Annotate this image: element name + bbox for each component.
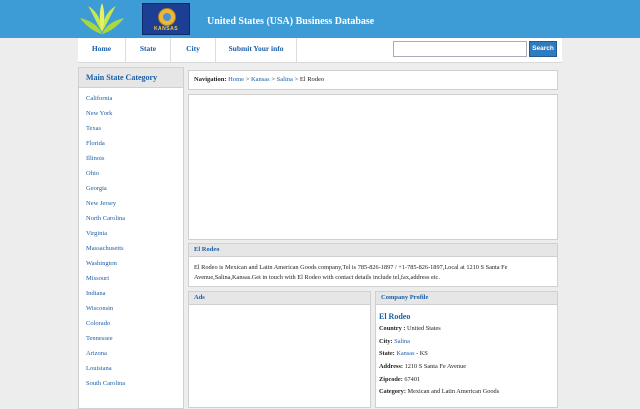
country-value: United States: [407, 325, 441, 332]
profile-state: State: Kansas - KS: [379, 350, 428, 357]
flag-label: KANSAS: [153, 26, 179, 32]
advertisement-area: [188, 94, 558, 240]
profile-country: Country : United States: [379, 325, 441, 332]
breadcrumb-separator: >: [294, 76, 299, 83]
profile-city: City: Salina: [379, 338, 410, 345]
category-label: Category:: [379, 388, 406, 395]
sidebar-item-missouri[interactable]: Missouri: [86, 274, 125, 289]
breadcrumb-separator: >: [271, 76, 276, 83]
breadcrumb-state[interactable]: Kansas: [251, 76, 270, 83]
nav-city[interactable]: City: [171, 38, 216, 62]
site-header: KANSAS United States (USA) Business Data…: [0, 0, 640, 38]
state-seal-icon: [158, 8, 176, 26]
search-input[interactable]: [393, 41, 527, 57]
company-profile: Company Profile El Rodeo Country : Unite…: [375, 291, 558, 408]
state-abbrev: - KS: [416, 350, 428, 357]
nav-home[interactable]: Home: [78, 38, 126, 62]
breadcrumb-line: Navigation: Home > Kansas > Salina > El …: [194, 76, 324, 83]
zipcode-label: Zipcode:: [379, 376, 403, 383]
sidebar-item-north-carolina[interactable]: North Carolina: [86, 214, 125, 229]
breadcrumb-city[interactable]: Salina: [277, 76, 293, 83]
sidebar-item-massachusetts[interactable]: Massachusetts: [86, 244, 125, 259]
nav-state[interactable]: State: [126, 38, 171, 62]
kansas-flag: KANSAS: [142, 3, 190, 35]
sidebar-item-georgia[interactable]: Georgia: [86, 184, 125, 199]
breadcrumb: Navigation: Home > Kansas > Salina > El …: [188, 70, 558, 90]
breadcrumb-label: Navigation:: [194, 76, 227, 83]
sidebar-item-new-york[interactable]: New York: [86, 109, 125, 124]
profile-address: Address: 1210 S Santa Fe Avenue: [379, 363, 466, 370]
sidebar-item-wisconsin[interactable]: Wisconsin: [86, 304, 125, 319]
sidebar-item-texas[interactable]: Texas: [86, 124, 125, 139]
category-value: Mexican and Latin American Goods: [407, 388, 500, 395]
breadcrumb-home[interactable]: Home: [228, 76, 244, 83]
nav-submit-info[interactable]: Submit Your info: [216, 38, 297, 62]
site-title[interactable]: United States (USA) Business Database: [207, 16, 374, 27]
sidebar-item-florida[interactable]: Florida: [86, 139, 125, 154]
ads-title: Ads: [189, 292, 370, 305]
sidebar-title: Main State Category: [79, 68, 183, 88]
description-text: El Rodeo is Mexican and Latin American G…: [194, 264, 508, 281]
profile-category: Category: Mexican and Latin American Goo…: [379, 388, 499, 395]
city-link[interactable]: Salina: [394, 338, 410, 345]
sidebar-item-arizona[interactable]: Arizona: [86, 349, 125, 364]
city-label: City:: [379, 338, 393, 345]
sidebar-item-indiana[interactable]: Indiana: [86, 289, 125, 304]
sidebar-item-colorado[interactable]: Colorado: [86, 319, 125, 334]
country-label: Country :: [379, 325, 406, 332]
address-value: 1210 S Santa Fe Avenue: [404, 363, 467, 370]
state-category-sidebar: Main State Category California New York …: [78, 67, 184, 409]
company-description: El Rodeo El Rodeo is Mexican and Latin A…: [188, 243, 558, 287]
state-label: State:: [379, 350, 395, 357]
sidebar-item-virginia[interactable]: Virginia: [86, 229, 125, 244]
sidebar-item-tennessee[interactable]: Tennessee: [86, 334, 125, 349]
sidebar-item-new-jersey[interactable]: New Jersey: [86, 199, 125, 214]
sidebar-item-ohio[interactable]: Ohio: [86, 169, 125, 184]
sidebar-item-louisiana[interactable]: Louisiana: [86, 364, 125, 379]
sidebar-item-south-carolina[interactable]: South Carolina: [86, 379, 125, 394]
state-list: California New York Texas Florida Illino…: [86, 94, 125, 394]
profile-title: Company Profile: [376, 292, 557, 305]
state-link[interactable]: Kansas: [396, 350, 414, 357]
address-label: Address:: [379, 363, 404, 370]
description-title: El Rodeo: [189, 244, 557, 257]
sidebar-item-washington[interactable]: Washington: [86, 259, 125, 274]
company-name[interactable]: El Rodeo: [379, 312, 410, 321]
leaf-logo-icon[interactable]: [78, 2, 126, 36]
breadcrumb-separator: >: [245, 76, 250, 83]
breadcrumb-current: El Rodeo: [299, 76, 325, 83]
sidebar-item-california[interactable]: California: [86, 94, 125, 109]
ads-panel: Ads: [188, 291, 371, 408]
zipcode-value: 67401: [404, 376, 421, 383]
sidebar-item-illinois[interactable]: Illinois: [86, 154, 125, 169]
profile-zipcode: Zipcode: 67401: [379, 376, 420, 383]
search-button[interactable]: Search: [529, 41, 557, 57]
